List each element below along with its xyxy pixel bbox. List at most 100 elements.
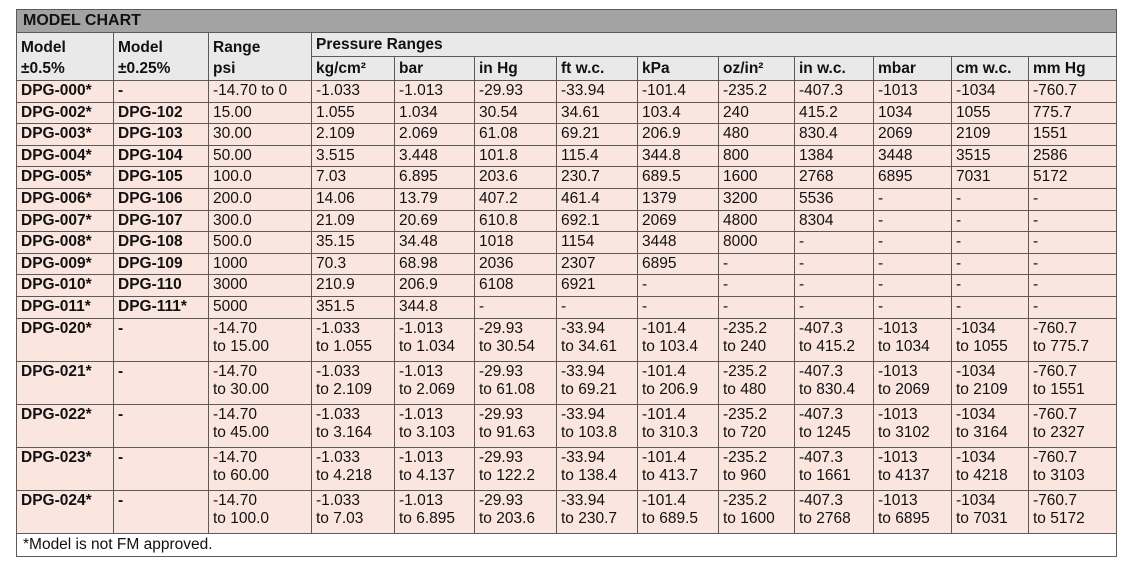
cell-line: - (878, 189, 884, 207)
cell-line: to 100.0 (213, 510, 270, 528)
cell-line: 1000 (213, 254, 248, 272)
pressure-value-cell: 70.3 (311, 252, 395, 276)
cell-line: 8000 (723, 233, 758, 251)
cell-line: -235.2 (723, 82, 767, 99)
cell-line: 6895 (878, 168, 913, 186)
cell-line: to 1551 (1033, 381, 1085, 399)
pressure-value-cell: 101.8 (474, 144, 557, 168)
pressure-value-cell: 7.03 (311, 166, 395, 189)
pressure-value-cell: -760.7 (1027, 80, 1118, 103)
range-psi-cell: 15.00 (208, 101, 312, 125)
pressure-value-cell: - (951, 187, 1029, 211)
model-05-cell: DPG-002* (16, 101, 114, 125)
pressure-value-cell: 69.21 (556, 123, 638, 146)
cell-line: - (479, 297, 485, 315)
model-025-cell: - (113, 360, 209, 405)
header-range-line2: psi (213, 59, 236, 77)
cell-line: - (723, 254, 729, 272)
cell-line: -33.94 (561, 448, 605, 466)
pressure-value-cell: 3.448 (394, 144, 475, 168)
cell-line: 30.00 (213, 125, 252, 143)
pressure-value-cell: -29.93 to 30.54 (474, 317, 557, 362)
pressure-value-cell: -1.033 to 7.03 (311, 489, 395, 534)
pressure-value-cell: -29.93 (474, 80, 557, 103)
cell-line: to 230.7 (561, 510, 618, 528)
pressure-value-cell: -101.4 to 413.7 (637, 446, 719, 491)
model-05-cell: DPG-007* (16, 209, 114, 233)
cell-line: 3.515 (316, 146, 355, 164)
pressure-value-cell: - (1027, 274, 1118, 297)
pressure-value-cell: -407.3 to 830.4 (794, 360, 874, 405)
cell-line: -1.013 (399, 491, 443, 509)
pressure-value-cell: 20.69 (394, 209, 475, 233)
model-05-cell: DPG-003* (16, 123, 114, 146)
cell-line: 210.9 (316, 276, 355, 294)
cell-line: -1.013 (399, 405, 443, 423)
cell-line: to 122.2 (479, 467, 536, 485)
cell-line: 13.79 (399, 189, 438, 207)
cell-line: -14.70 (213, 405, 257, 423)
cell-line: to 7031 (956, 510, 1008, 528)
pressure-value-cell: - (873, 274, 952, 297)
unit-header: in w.c. (794, 56, 874, 81)
cell-line: -33.94 (561, 362, 605, 380)
cell-line: 103.4 (642, 103, 681, 121)
cell-line: -1.033 (316, 491, 360, 509)
pressure-value-cell: 34.61 (556, 101, 638, 125)
pressure-value-cell: 5172 (1027, 166, 1118, 189)
header-model-05: Model ±0.5% (16, 32, 114, 81)
cell-line: - (642, 297, 648, 315)
table-row: DPG-010* DPG-110 3000 210.9 206.9 6108 6921 - - -… (16, 274, 1118, 297)
pressure-value-cell: -1013 to 6895 (873, 489, 952, 534)
pressure-value-cell: -1.013 (394, 80, 475, 103)
cell-line: to 1600 (723, 510, 775, 528)
model-05-cell: DPG-024* (16, 489, 114, 534)
range-psi-cell: 100.0 (208, 166, 312, 189)
pressure-value-cell: 1.034 (394, 101, 475, 125)
cell-line: - (956, 189, 962, 207)
cell-line: 6.895 (399, 168, 438, 186)
cell-line: -1.033 (316, 362, 360, 380)
range-psi-cell: -14.70 to 30.00 (208, 360, 312, 405)
cell-line: - (1033, 189, 1039, 207)
cell-line: -1013 (878, 491, 918, 509)
pressure-value-cell: -29.93 to 122.2 (474, 446, 557, 491)
cell-line: -1.033 (316, 448, 360, 466)
table-row: DPG-008* DPG-108 500.0 35.15 34.48 1018 1154 34… (16, 231, 1118, 254)
pressure-value-cell: -1.033 to 3.164 (311, 403, 395, 448)
pressure-value-cell: -235.2 to 720 (718, 403, 795, 448)
cell-line: -407.3 (799, 448, 843, 466)
cell-line: 230.7 (561, 168, 600, 186)
cell-line: -760.7 (1033, 448, 1077, 466)
cell-line: - (878, 211, 884, 229)
cell-line: 689.5 (642, 168, 681, 186)
unit-header: in Hg (474, 56, 557, 81)
pressure-value-cell: -1013 to 1034 (873, 317, 952, 362)
unit-header: mbar (873, 56, 952, 81)
cell-line: to 1245 (799, 424, 851, 442)
cell-line: to 69.21 (561, 381, 618, 399)
pressure-value-cell: 6.895 (394, 166, 475, 189)
pressure-value-cell: 344.8 (637, 144, 719, 168)
cell-line: - (878, 233, 884, 251)
cell-line: - (956, 297, 962, 315)
cell-line: 7.03 (316, 168, 347, 186)
pressure-value-cell: -760.7 to 5172 (1027, 489, 1118, 534)
cell-line: to 775.7 (1033, 338, 1090, 356)
cell-line: -33.94 (561, 405, 605, 423)
cell-line: -29.93 (479, 448, 523, 466)
pressure-value-cell: - (873, 209, 952, 233)
cell-line: -101.4 (642, 448, 686, 466)
cell-line: 3448 (878, 146, 913, 164)
pressure-value-cell: -29.93 to 61.08 (474, 360, 557, 405)
cell-line: - (878, 254, 884, 272)
pressure-value-cell: - (794, 231, 874, 254)
pressure-value-cell: -33.94 (556, 80, 638, 103)
pressure-value-cell: 1055 (951, 101, 1029, 125)
cell-line: -1013 (878, 448, 918, 466)
pressure-value-cell: -33.94 to 138.4 (556, 446, 638, 491)
pressure-value-cell: - (951, 209, 1029, 233)
cell-line: -1034 (956, 405, 996, 423)
pressure-value-cell: 103.4 (637, 101, 719, 125)
pressure-value-cell: -235.2 to 480 (718, 360, 795, 405)
